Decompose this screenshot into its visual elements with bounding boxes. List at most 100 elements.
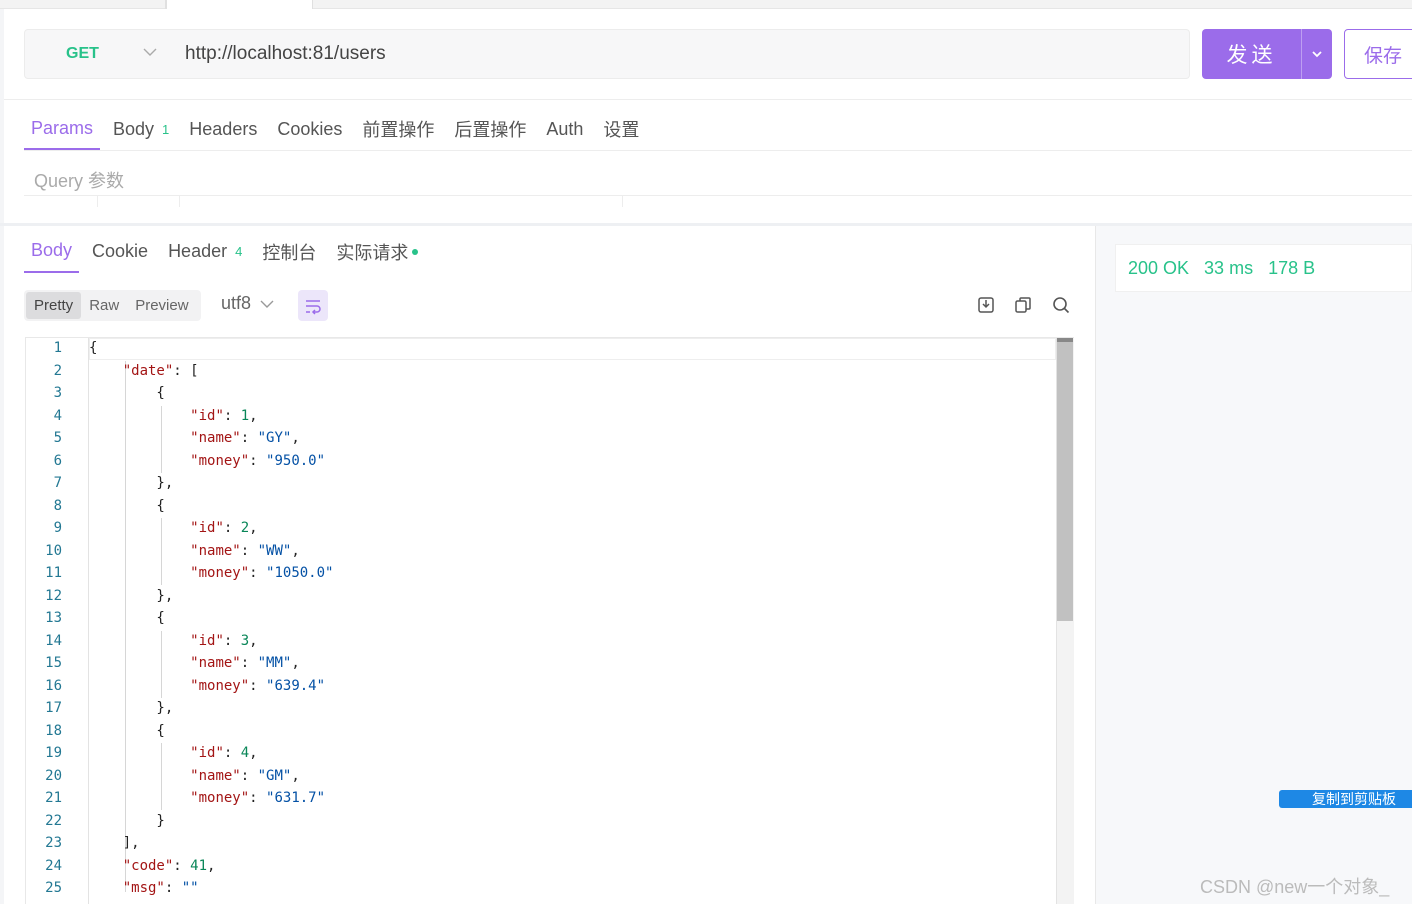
json-punctuation: :: [240, 767, 258, 784]
tab-actual-request[interactable]: 实际请求: [329, 230, 425, 273]
tab-strip: [0, 0, 1412, 9]
count-badge: 1: [162, 121, 170, 137]
method-select[interactable]: GET: [24, 29, 172, 79]
tab-response-cookie[interactable]: Cookie: [85, 230, 155, 273]
method-label: GET: [66, 45, 99, 62]
line-number: 5: [53, 430, 62, 446]
json-key: "name": [190, 430, 241, 446]
line-number: 24: [45, 857, 62, 874]
json-key: "id": [190, 632, 224, 649]
code-line: "name": "GM",: [89, 768, 300, 784]
json-number: 2: [240, 520, 250, 536]
code-line: "id": 4,: [89, 745, 258, 761]
code-line: "money": "631.7": [89, 790, 325, 806]
line-number: 19: [45, 745, 62, 761]
json-punctuation: [89, 408, 190, 424]
json-punctuation: :: [249, 677, 267, 694]
code-line: "name": "GY",: [89, 430, 300, 446]
query-params-label: Query 参数: [34, 171, 125, 191]
search-icon[interactable]: [1052, 296, 1070, 314]
json-string: "639.4": [266, 677, 326, 694]
json-punctuation: ,: [249, 745, 258, 761]
json-key: "id": [190, 407, 224, 424]
code-line: },: [89, 700, 173, 716]
vertical-splitter[interactable]: [1095, 226, 1096, 904]
json-string: "GM": [257, 767, 292, 784]
tab-console[interactable]: 控制台: [255, 230, 323, 273]
tab-body[interactable]: Body 1: [106, 108, 176, 150]
json-string: "MM": [257, 655, 292, 671]
json-key: "name": [190, 542, 241, 559]
response-time: 33 ms: [1204, 257, 1254, 278]
encoding-select[interactable]: utf8: [221, 293, 275, 314]
tab-params[interactable]: Params: [24, 108, 101, 150]
tab-auth[interactable]: Auth: [539, 108, 590, 150]
json-punctuation: [89, 633, 190, 649]
code-line: },: [89, 588, 173, 604]
tab-cookies[interactable]: Cookies: [270, 108, 349, 150]
tab-post-script[interactable]: 后置操作: [447, 108, 533, 150]
tab-pre-script[interactable]: 前置操作: [355, 108, 441, 150]
json-punctuation: [89, 565, 190, 581]
code-line: "id": 2,: [89, 520, 257, 536]
code-line: "money": "639.4": [89, 678, 325, 694]
json-number: 1: [240, 407, 250, 424]
line-number: 16: [45, 677, 62, 694]
line-number: 20: [45, 767, 62, 784]
json-punctuation: },: [89, 475, 174, 491]
line-number: 22: [45, 812, 62, 829]
json-punctuation: :: [240, 430, 258, 446]
current-line-highlight: [89, 338, 1056, 360]
line-number: 14: [45, 632, 62, 649]
code-line: ],: [89, 835, 140, 851]
json-punctuation: ,: [291, 655, 300, 671]
code-line: "name": "MM",: [89, 655, 300, 671]
json-number: 41: [190, 857, 208, 874]
json-punctuation: [89, 790, 190, 806]
json-punctuation: [89, 745, 190, 761]
copy-to-clipboard-button[interactable]: 复制到剪贴板: [1279, 790, 1412, 808]
send-button[interactable]: 发送: [1202, 29, 1302, 79]
json-key: "money": [190, 565, 250, 581]
table-column-divider: [97, 195, 98, 207]
wrap-toggle-button[interactable]: [298, 290, 328, 321]
view-mode-raw[interactable]: Raw: [81, 292, 127, 319]
json-string: "631.7": [266, 790, 326, 806]
json-key: "money": [190, 677, 250, 694]
tab-response-body[interactable]: Body: [24, 230, 80, 273]
view-mode-segmented: Pretty Raw Preview: [24, 290, 201, 321]
copy-icon[interactable]: [1014, 296, 1032, 314]
json-string: "1050.0": [266, 565, 334, 581]
json-punctuation: },: [89, 587, 174, 604]
code-line: {: [89, 498, 164, 514]
json-punctuation: :: [240, 655, 258, 671]
send-options-button[interactable]: [1302, 29, 1332, 79]
divider: [4, 99, 1412, 100]
save-button[interactable]: 保存: [1344, 29, 1412, 79]
view-mode-preview[interactable]: Preview: [127, 292, 196, 319]
json-punctuation: [89, 363, 123, 379]
view-mode-pretty[interactable]: Pretty: [26, 292, 82, 319]
tab-placeholder[interactable]: [0, 0, 166, 9]
line-number: 21: [45, 790, 62, 806]
json-punctuation: :: [249, 790, 267, 806]
line-number: 6: [53, 452, 62, 469]
json-key: "date": [122, 362, 174, 379]
json-punctuation: ,: [291, 767, 300, 784]
code-line: "id": 1,: [89, 407, 257, 424]
json-string: "950.0": [266, 452, 326, 469]
count-badge: 4: [235, 244, 243, 259]
code-line: },: [89, 475, 173, 491]
tab-active[interactable]: [166, 0, 313, 9]
tab-response-header[interactable]: Header 4: [161, 230, 249, 273]
tab-settings[interactable]: 设置: [596, 108, 646, 150]
download-icon[interactable]: [977, 296, 995, 314]
url-input[interactable]: http://localhost:81/users: [171, 29, 1190, 79]
json-punctuation: ],: [89, 835, 140, 851]
line-number: 8: [53, 497, 62, 514]
json-punctuation: [89, 430, 190, 446]
json-punctuation: [89, 768, 190, 784]
tab-headers[interactable]: Headers: [182, 108, 264, 150]
scrollbar-thumb[interactable]: [1057, 342, 1073, 621]
response-body-editor[interactable]: 1 2 3 4 5 6 7 8 9 10 11 12 13 14 15 16 17 18 19 20 21 22 23 24 2…: [25, 337, 1074, 904]
